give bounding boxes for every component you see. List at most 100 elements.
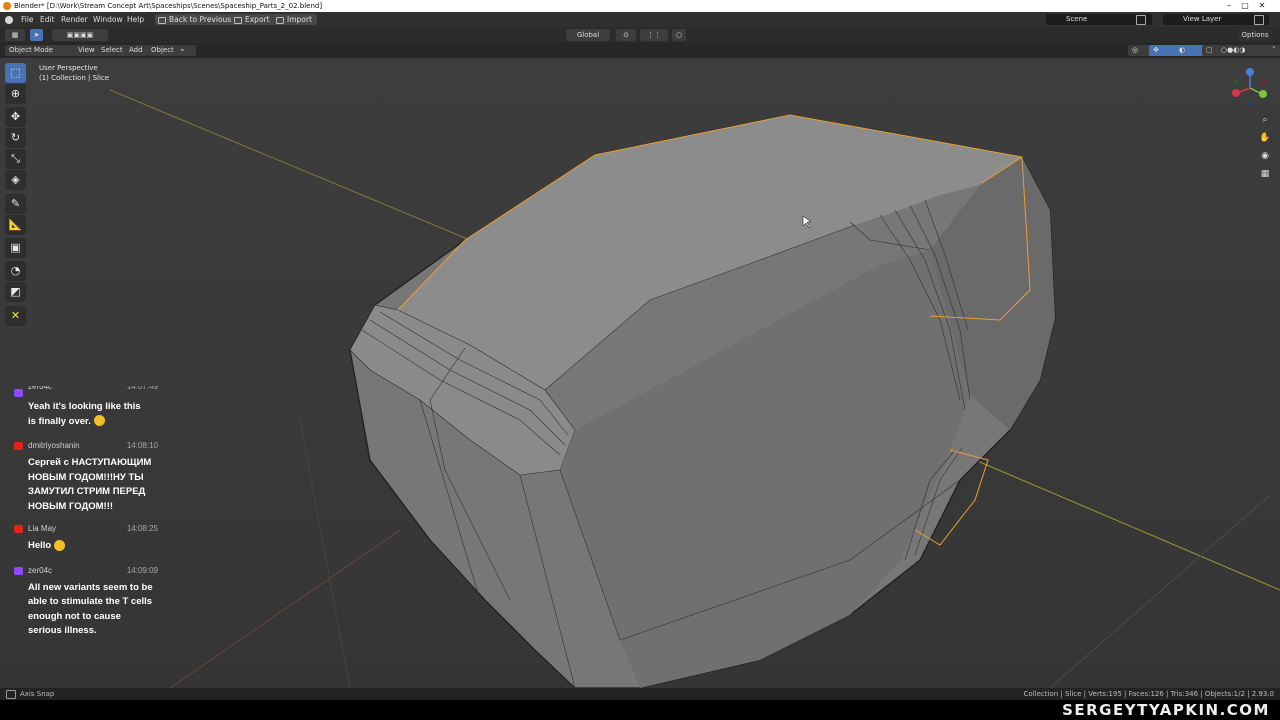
x-axis-handle bbox=[1232, 89, 1240, 97]
menu-window[interactable]: Window bbox=[93, 12, 123, 27]
move-icon: ✥ bbox=[10, 110, 21, 123]
object-menu[interactable]: Object bbox=[147, 45, 178, 56]
y-axis-handle bbox=[1259, 90, 1267, 98]
transform-orientation-label: Global bbox=[576, 31, 600, 39]
import-button[interactable]: Import bbox=[273, 14, 317, 25]
shading-mode-icons[interactable]: ○●◐◑ bbox=[1217, 45, 1273, 56]
ortho-toggle-button[interactable]: ▦ bbox=[1257, 166, 1273, 182]
viewport-header: Object Mode View Select Add Object ⌁ ◎ ✥… bbox=[0, 43, 1280, 58]
selection-mode-icons[interactable]: ▣▣▣▣ bbox=[52, 29, 108, 41]
chat-message: Lia May 14:08:25 Hello bbox=[10, 522, 170, 554]
rotate-tool[interactable]: ↻ bbox=[5, 128, 26, 148]
export-button[interactable]: Export bbox=[231, 14, 275, 25]
select-box-icon: ⬚ bbox=[10, 66, 21, 79]
x-axis-line bbox=[169, 529, 401, 688]
scale-tool[interactable]: ⤡ bbox=[5, 149, 26, 169]
transform-tool[interactable]: ◈ bbox=[5, 170, 26, 190]
watermark: SERGEYTYAPKIN.COM bbox=[1062, 701, 1270, 719]
overlays-toggle-icon[interactable]: ◐ bbox=[1175, 45, 1205, 56]
status-stats: Collection | Slice | Verts:195 | Faces:1… bbox=[1023, 690, 1274, 698]
editor-type-icon[interactable]: ▦ bbox=[5, 29, 25, 41]
overlay-extra-icon[interactable]: ⌁ bbox=[176, 45, 196, 56]
menu-file[interactable]: File bbox=[21, 12, 34, 27]
menu-render[interactable]: Render bbox=[61, 12, 88, 27]
chat-text: Hello bbox=[10, 539, 170, 554]
scene-name: Scene bbox=[1066, 15, 1088, 23]
blender-menu-icon[interactable] bbox=[5, 16, 13, 24]
status-bar: Axis Snap Collection | Slice | Verts:195… bbox=[0, 688, 1280, 700]
status-left-hint: Axis Snap bbox=[20, 690, 55, 698]
hand-icon: ✋ bbox=[1259, 133, 1271, 143]
top-menubar: File Edit Render Window Help Back to Pre… bbox=[0, 12, 1280, 27]
menu-edit[interactable]: Edit bbox=[40, 12, 55, 27]
slice-tool[interactable]: ◩ bbox=[5, 282, 26, 302]
select-box-tool[interactable]: ⬚ bbox=[5, 63, 26, 83]
tool-settings-bar: ▦ ➤ ▣▣▣▣ Global ⊙ ⋮⋮ ○ Options bbox=[0, 27, 1280, 43]
chat-message: zer04c 14:09:09 All new variants seem to… bbox=[10, 564, 170, 639]
transform-orientation-dropdown[interactable]: Global bbox=[566, 29, 610, 41]
knife-icon: ✕ bbox=[10, 309, 21, 322]
zoom-button[interactable]: ⌕ bbox=[1257, 112, 1273, 128]
y-axis-line bbox=[109, 89, 471, 241]
cursor-tool[interactable]: ⊕ bbox=[5, 84, 26, 104]
annotate-tool[interactable]: ✎ bbox=[5, 194, 26, 214]
view-layer-name: View Layer bbox=[1183, 15, 1222, 23]
maximize-button[interactable]: ▢ bbox=[1237, 0, 1253, 12]
snap-icon[interactable]: ⋮⋮ bbox=[640, 29, 668, 41]
navigation-gizmo bbox=[1232, 68, 1267, 107]
chat-message-text-block: Yeah it's looking like this is finally o… bbox=[10, 400, 150, 429]
pivot-point-icon[interactable]: ⊙ bbox=[616, 29, 636, 41]
window-title: Blender* [D:\Work\Stream Concept Art\Spa… bbox=[14, 2, 323, 10]
object-mode-dropdown[interactable]: Object Mode bbox=[5, 45, 75, 56]
proportional-edit-icon[interactable]: ○ bbox=[672, 29, 686, 41]
3d-viewport[interactable]: User Perspective (1) Collection | Slice … bbox=[0, 58, 1280, 688]
chat-text-content: Yeah it's looking like this is finally o… bbox=[28, 401, 141, 427]
screen-icon bbox=[158, 17, 166, 24]
y-axis-line-front bbox=[939, 444, 1280, 591]
object-mode-label: Object Mode bbox=[9, 46, 54, 54]
camera-icon: ◉ bbox=[1261, 151, 1269, 161]
shading-dropdown-icon[interactable]: ˅ bbox=[1268, 45, 1280, 56]
smile-emoji-icon bbox=[54, 539, 66, 551]
add-cube-icon: ▣ bbox=[10, 241, 21, 254]
minimize-button[interactable]: – bbox=[1221, 0, 1237, 12]
back-to-previous-button[interactable]: Back to Previous bbox=[155, 14, 237, 25]
cursor-icon: ⊕ bbox=[10, 87, 21, 100]
close-button[interactable]: ✕ bbox=[1254, 0, 1270, 12]
import-label: Import bbox=[287, 15, 312, 24]
zoom-icon: ⌕ bbox=[1262, 115, 1268, 125]
window-titlebar: Blender* [D:\Work\Stream Concept Art\Spa… bbox=[0, 0, 1280, 12]
chat-time: 14:09:09 bbox=[126, 565, 158, 575]
viewport-perspective-label: User Perspective bbox=[39, 64, 98, 72]
scale-icon: ⤡ bbox=[11, 152, 20, 165]
camera-view-button[interactable]: ◉ bbox=[1257, 148, 1273, 164]
new-view-layer-icon[interactable] bbox=[1254, 15, 1264, 25]
measure-tool[interactable]: 📐 bbox=[5, 215, 26, 235]
grid-line bbox=[1049, 494, 1271, 688]
add-cube-tool[interactable]: ▣ bbox=[5, 238, 26, 258]
chat-overlay: zer04c 14:07:49 Yeah it's looking like t… bbox=[10, 386, 170, 639]
grid-line bbox=[299, 419, 351, 688]
move-tool[interactable]: ✥ bbox=[5, 107, 26, 127]
options-dropdown[interactable]: Options bbox=[1238, 29, 1272, 41]
twitch-badge-icon bbox=[14, 566, 23, 575]
mouse-icon bbox=[6, 690, 16, 699]
annotate-icon: ✎ bbox=[10, 197, 21, 210]
chat-text: Yeah it's looking like this is finally o… bbox=[10, 400, 150, 429]
knife-tool[interactable]: ✕ bbox=[5, 306, 26, 326]
pan-button[interactable]: ✋ bbox=[1257, 130, 1273, 146]
add-menu[interactable]: Add bbox=[125, 45, 147, 56]
new-scene-icon[interactable] bbox=[1136, 15, 1146, 25]
youtube-badge-icon bbox=[14, 442, 23, 450]
select-menu[interactable]: Select bbox=[97, 45, 127, 56]
slice-icon: ◩ bbox=[10, 285, 21, 298]
z-axis-handle bbox=[1246, 68, 1254, 76]
youtube-badge-icon bbox=[14, 525, 23, 533]
select-tool-icon[interactable]: ➤ bbox=[30, 29, 43, 41]
gizmo-toggle-icon[interactable]: ✥ bbox=[1149, 45, 1177, 56]
view-menu[interactable]: View bbox=[74, 45, 99, 56]
menu-help[interactable]: Help bbox=[127, 12, 144, 27]
spin-tool[interactable]: ◔ bbox=[5, 261, 26, 281]
viewport-collection-label: (1) Collection | Slice bbox=[39, 74, 110, 82]
measure-icon: 📐 bbox=[8, 218, 23, 231]
